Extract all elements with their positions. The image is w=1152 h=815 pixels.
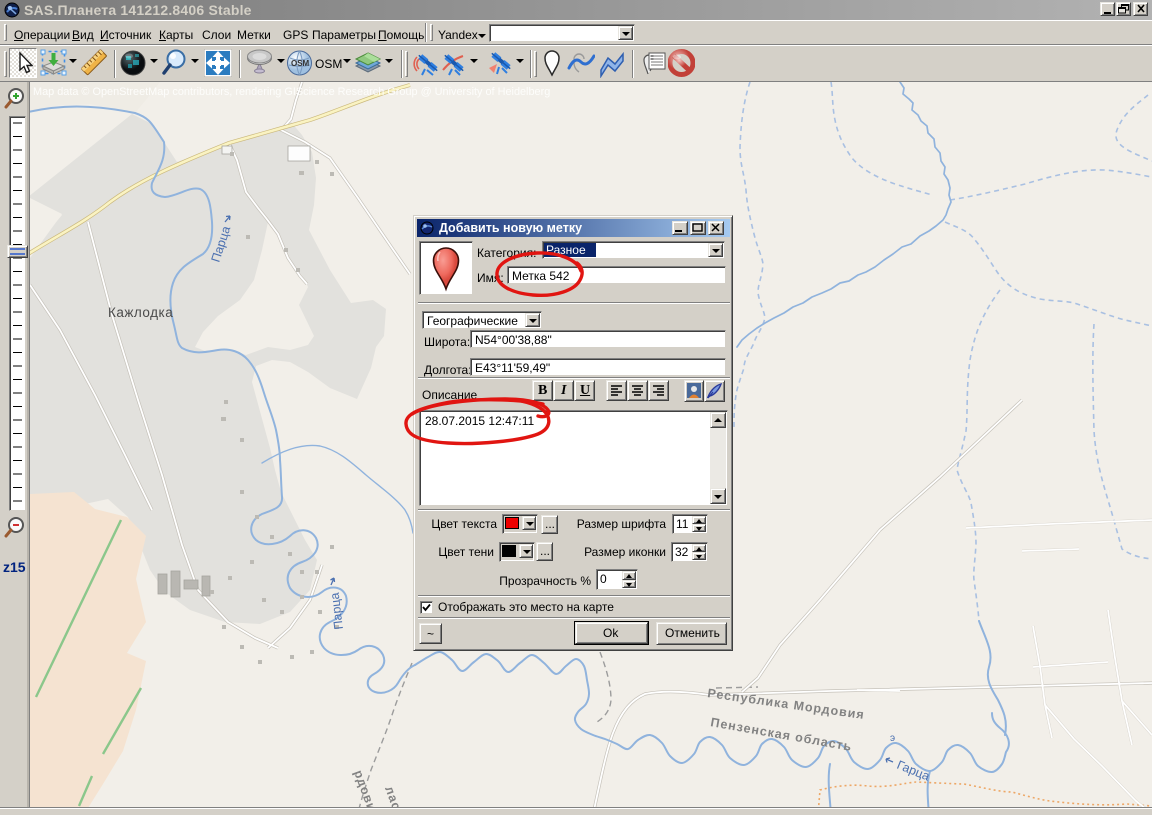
svg-text:Кажлодка: Кажлодка: [108, 305, 173, 320]
svg-text:э: э: [890, 733, 895, 744]
svg-text:OSM: OSM: [291, 59, 310, 68]
